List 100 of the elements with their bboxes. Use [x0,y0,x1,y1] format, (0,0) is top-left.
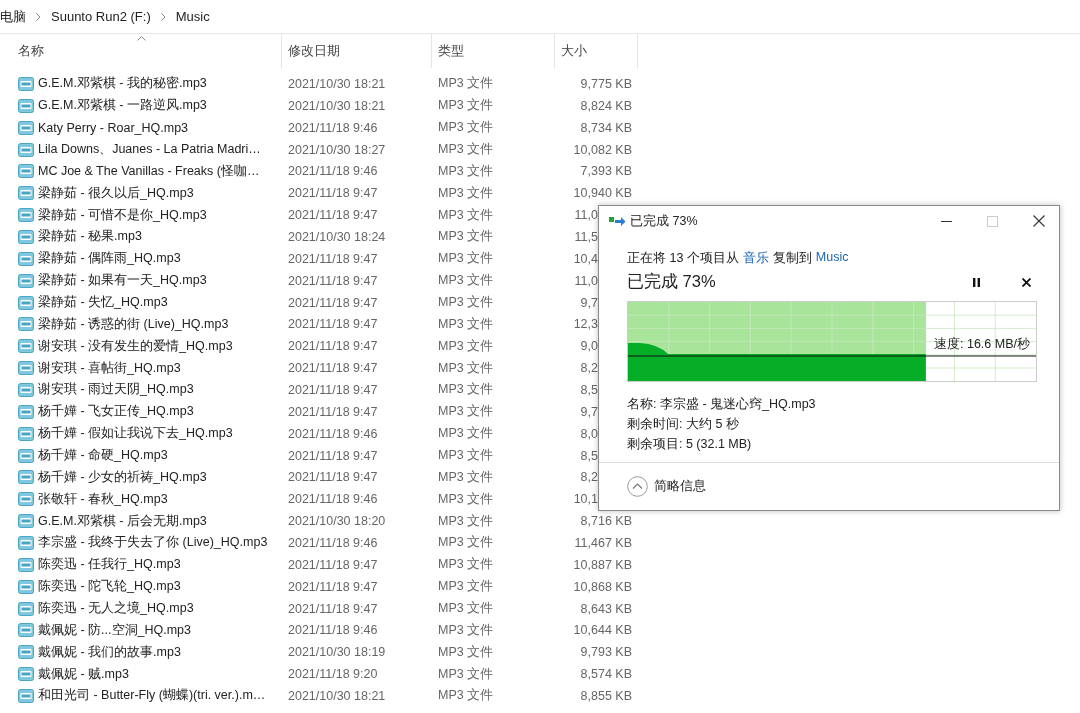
file-type: MP3 文件 [437,621,495,639]
file-size: 10,868 KB [573,579,632,594]
sort-caret-icon [136,36,146,41]
speed-label: 速度: 16.6 MB/秒 [934,336,1030,353]
file-name[interactable]: G.E.M.邓紫棋 - 一路逆风.mp3 [38,97,207,115]
modified-date: 2021/11/18 9:47 [287,470,379,485]
modified-date: 2021/11/18 9:47 [287,404,379,419]
column-header[interactable]: 大小 [555,34,638,68]
file-size: 9,7 [580,295,598,310]
file-name[interactable]: 戴佩妮 - 我们的故事.mp3 [38,643,181,661]
file-name[interactable]: 梁静茹 - 可惜不是你_HQ.mp3 [38,206,207,224]
file-type: MP3 文件 [437,578,495,596]
file-type: MP3 文件 [437,556,495,574]
audio-file-icon [18,185,34,202]
minimize-icon[interactable] [941,220,952,222]
file-name[interactable]: 陈奕迅 - 陀飞轮_HQ.mp3 [38,578,181,596]
breadcrumb-item[interactable]: 电脑 [0,7,26,26]
file-type: MP3 文件 [437,512,495,530]
file-type: MP3 文件 [437,228,495,246]
modified-date: 2021/11/18 9:46 [287,426,379,441]
audio-file-icon [18,513,34,530]
file-name[interactable]: 梁静茹 - 如果有一天_HQ.mp3 [38,272,207,290]
file-size: 11,467 KB [574,535,632,550]
file-name[interactable]: 梁静茹 - 诱惑的街 (Live)_HQ.mp3 [38,315,229,333]
modified-date: 2021/11/18 9:47 [287,382,379,397]
file-size: 12,3 [573,317,598,332]
file-size: 8,2 [580,470,598,485]
file-type: MP3 文件 [437,75,495,93]
fewer-details-button[interactable]: 简略信息 [627,476,706,497]
modified-date: 2021/11/18 9:46 [287,492,379,507]
file-name[interactable]: 杨千嬅 - 飞女正传_HQ.mp3 [38,403,194,421]
file-name[interactable]: Lila Downs、Juanes - La Patria Madri… [38,141,261,158]
modified-date: 2021/11/18 9:47 [287,579,379,594]
pause-icon[interactable] [973,277,980,287]
folder-link[interactable]: Music [815,250,849,267]
file-name[interactable]: 张敬轩 - 春秋_HQ.mp3 [38,490,168,508]
modified-date: 2021/11/18 9:47 [287,557,379,572]
audio-file-icon [18,163,34,180]
column-header[interactable]: 名称 [0,34,282,68]
modified-date: 2021/11/18 9:20 [287,667,379,682]
file-name[interactable]: G.E.M.邓紫棋 - 后会无期.mp3 [38,512,207,530]
audio-file-icon [18,207,34,224]
breadcrumb-item[interactable]: Music [175,9,210,24]
file-type: MP3 文件 [437,381,495,399]
file-name[interactable]: 戴佩妮 - 防...空洞_HQ.mp3 [38,621,192,639]
file-name[interactable]: Katy Perry - Roar_HQ.mp3 [38,120,189,135]
file-name[interactable]: 梁静茹 - 失忆_HQ.mp3 [38,294,168,311]
detail-text: 剩余时间: 大约 5 秒 [627,416,740,433]
audio-file-icon [18,75,34,92]
file-name[interactable]: 梁静茹 - 很久以后_HQ.mp3 [38,184,194,202]
file-type: MP3 文件 [437,447,495,465]
column-header[interactable]: 类型 [432,34,555,68]
modified-date: 2021/10/30 18:19 [287,645,387,660]
file-name[interactable]: 杨千嬅 - 假如让我说下去_HQ.mp3 [38,425,233,443]
audio-file-icon [18,228,34,245]
file-name[interactable]: 梁静茹 - 秘果.mp3 [38,228,142,246]
file-type: MP3 文件 [437,403,495,421]
chevron-right-icon [160,12,166,21]
file-name[interactable]: 陈奕迅 - 无人之境_HQ.mp3 [38,600,194,618]
file-name[interactable]: 梁静茹 - 偶阵雨_HQ.mp3 [38,250,181,268]
modified-date: 2021/11/18 9:47 [287,601,379,616]
window-title: 已完成 73% [630,212,698,230]
file-name[interactable]: 杨千嬅 - 命硬_HQ.mp3 [38,447,168,465]
audio-file-icon [18,338,34,355]
file-type: MP3 文件 [437,665,495,683]
file-size: 8,0 [580,426,598,441]
column-header[interactable]: 修改日期 [282,34,432,68]
file-size: 8,643 KB [580,601,632,616]
file-type: MP3 文件 [437,97,495,115]
close-icon[interactable] [1033,215,1045,227]
modified-date: 2021/10/30 18:24 [287,229,387,244]
file-size: 10,1 [573,492,598,507]
file-name[interactable]: 和田光司 - Butter-Fly (蝴蝶)(tri. ver.).m… [38,687,266,705]
file-name[interactable]: 戴佩妮 - 贼.mp3 [38,665,129,683]
file-type: MP3 文件 [437,643,495,661]
audio-file-icon [18,316,34,333]
file-name[interactable]: 谢安琪 - 没有发生的爱情_HQ.mp3 [38,337,233,355]
breadcrumb-item[interactable]: Suunto Run2 (F:) [51,9,151,24]
modified-date: 2021/10/30 18:27 [287,142,387,157]
file-type: MP3 文件 [437,184,495,202]
file-type: MP3 文件 [437,468,495,486]
file-name[interactable]: 李宗盛 - 我终于失去了你 (Live)_HQ.mp3 [38,534,268,552]
file-type: MP3 文件 [437,272,495,290]
chevron-right-icon [36,12,41,21]
file-name[interactable]: MC Joe & The Vanillas - Freaks (怪咖… [38,162,260,180]
modified-date: 2021/11/18 9:47 [287,339,379,354]
cancel-icon[interactable] [1022,277,1031,287]
folder-link[interactable]: 音乐 [742,250,769,267]
audio-file-icon [18,250,34,267]
file-name[interactable]: 谢安琪 - 喜帖街_HQ.mp3 [38,359,181,377]
file-type: MP3 文件 [437,141,495,158]
file-size: 10,940 KB [573,186,632,201]
file-size: 10,4 [573,251,598,266]
file-name[interactable]: G.E.M.邓紫棋 - 我的秘密.mp3 [38,75,207,93]
modified-date: 2021/11/18 9:47 [287,208,379,223]
file-name[interactable]: 杨千嬅 - 少女的祈祷_HQ.mp3 [38,468,207,486]
audio-file-icon [18,534,34,551]
file-name[interactable]: 陈奕迅 - 任我行_HQ.mp3 [38,556,181,574]
file-name[interactable]: 谢安琪 - 雨过天阴_HQ.mp3 [38,381,194,399]
audio-file-icon [18,119,34,136]
